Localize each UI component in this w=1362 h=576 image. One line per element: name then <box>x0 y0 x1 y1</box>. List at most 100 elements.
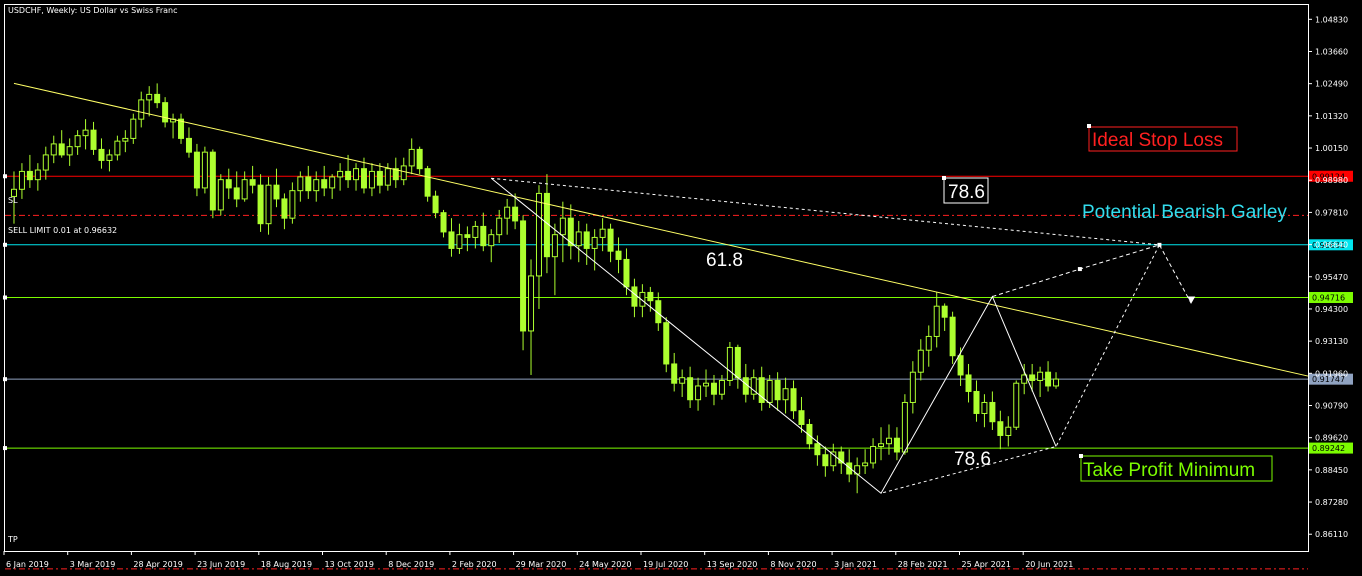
candle-body <box>42 154 49 171</box>
take-profit-label: Take Profit Minimum <box>1083 460 1255 481</box>
x-tick-label: 28 Apr 2019 <box>133 560 182 569</box>
candle-body <box>1013 382 1020 428</box>
candle-body <box>1029 374 1036 381</box>
candle-body <box>583 231 590 249</box>
fib-top-anchor[interactable] <box>942 176 946 180</box>
y-tick-label: 0.89620 <box>1315 434 1348 443</box>
candle-body <box>520 220 527 332</box>
candle-body <box>376 170 383 186</box>
candle-body <box>273 184 280 200</box>
candle-body <box>679 377 686 384</box>
candle-body <box>162 102 169 123</box>
candle-body <box>241 179 248 200</box>
candle-body <box>957 355 964 376</box>
candle-body <box>710 382 717 395</box>
candle-body <box>265 184 272 225</box>
candle-body <box>695 385 702 401</box>
candle-body <box>424 168 431 197</box>
candle-body <box>599 228 606 238</box>
x-tick-label: 28 Feb 2021 <box>898 560 948 569</box>
take-profit-anchor[interactable] <box>1079 454 1083 458</box>
candle-body <box>575 231 582 247</box>
y-tick-label: 1.01320 <box>1315 112 1348 121</box>
y-tick-label: 0.86110 <box>1315 530 1348 539</box>
candle-body <box>66 146 73 156</box>
take-profit-price-label: 0.89242 <box>1312 444 1345 453</box>
candle-body <box>448 231 455 249</box>
candle-body <box>138 99 145 120</box>
support-resistance-handle <box>3 295 7 300</box>
candle-body <box>1045 371 1052 387</box>
candle-body <box>870 445 877 464</box>
candle-body <box>225 179 232 189</box>
y-tick-label: 0.91960 <box>1315 369 1348 378</box>
y-tick-label: 0.97810 <box>1315 208 1348 217</box>
price-chart[interactable]: 0.991240.966320.947160.917470.89242 1.04… <box>0 0 1362 576</box>
candle-body <box>360 168 367 189</box>
candle-body <box>82 129 89 137</box>
y-tick-label: 1.04830 <box>1315 15 1348 24</box>
projection-point <box>1077 267 1082 272</box>
take-profit-handle <box>3 446 7 451</box>
candle-body <box>130 118 137 139</box>
candle-body <box>289 190 296 219</box>
stop-loss-anchor[interactable] <box>1087 124 1091 128</box>
candle-body <box>734 346 741 379</box>
candle-body <box>416 148 423 170</box>
candle-body <box>496 217 503 236</box>
candle-body <box>106 154 113 161</box>
candle-body <box>941 305 948 318</box>
sell-limit-label[interactable]: SELL LIMIT 0.01 at 0.96632 <box>8 226 117 235</box>
candle-body <box>305 176 312 192</box>
y-tick-label: 0.90790 <box>1315 401 1348 410</box>
candle-body <box>687 377 694 401</box>
candle-body <box>480 225 487 247</box>
fib-bottom-label: 78.6 <box>954 449 991 470</box>
candle-body <box>909 371 916 403</box>
candle-body <box>74 135 81 148</box>
candle-body <box>917 349 924 373</box>
candle-body <box>26 170 33 181</box>
candle-body <box>440 212 447 233</box>
candle-body <box>217 179 224 211</box>
candle-body <box>878 443 885 447</box>
candle-body <box>512 206 519 222</box>
candle-body <box>949 316 956 357</box>
sell-limit-handle <box>3 242 7 247</box>
candle-body <box>671 363 678 384</box>
candle-body <box>114 140 121 156</box>
candle-body <box>297 176 304 192</box>
candle-body <box>185 137 192 153</box>
y-tick-label: 0.94300 <box>1315 305 1348 314</box>
candle-body <box>925 335 932 351</box>
candle-body <box>98 148 105 161</box>
candle-body <box>798 410 805 425</box>
candle-body <box>933 305 940 337</box>
x-tick-label: 20 Jun 2021 <box>1025 560 1073 569</box>
fib-top-label: 78.6 <box>948 182 985 203</box>
candle-body <box>559 217 566 236</box>
candle-body <box>488 234 495 247</box>
y-tick-label: 1.02490 <box>1315 80 1348 89</box>
candle-body <box>193 151 200 189</box>
candle-body <box>965 374 972 392</box>
projection-point <box>1157 242 1162 247</box>
candle-body <box>901 401 908 453</box>
candle-body <box>535 192 542 277</box>
candle-body <box>551 234 558 258</box>
candle-body <box>1053 378 1060 387</box>
current-price-handle <box>3 377 7 382</box>
candle-body <box>703 382 710 387</box>
tp-marker: TP <box>7 535 18 544</box>
x-tick-label: 3 Mar 2019 <box>70 560 116 569</box>
candle-body <box>337 170 344 178</box>
x-tick-label: 19 Jul 2020 <box>643 560 688 569</box>
candle-body <box>209 151 216 211</box>
x-tick-label: 13 Sep 2020 <box>707 560 758 569</box>
candle-body <box>615 250 622 260</box>
x-tick-label: 18 Aug 2019 <box>261 560 312 569</box>
candle-body <box>607 228 614 252</box>
candle-body <box>257 184 264 225</box>
candle-body <box>504 206 511 219</box>
y-tick-label: 0.93130 <box>1315 337 1348 346</box>
